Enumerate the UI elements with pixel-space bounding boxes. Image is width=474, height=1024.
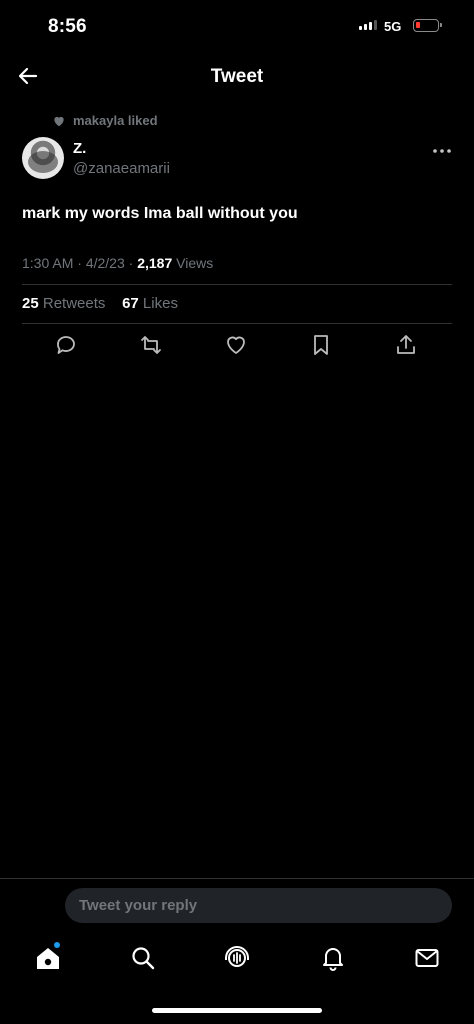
retweet-icon <box>141 336 161 354</box>
tweet-time: 1:30 AM <box>22 255 74 271</box>
share-icon <box>397 335 415 354</box>
tweet-text: mark my words Ima ball without you <box>22 205 298 222</box>
views-count: 2,187 <box>137 255 173 271</box>
retweets-stat[interactable]: 25 Retweets <box>22 295 105 312</box>
new-content-dot <box>54 942 60 948</box>
bookmark-icon <box>314 335 328 355</box>
page-title: Tweet <box>210 66 264 87</box>
tweet-date: 4/2/23 <box>85 255 125 271</box>
battery-icon <box>413 19 442 32</box>
bookmark-button[interactable] <box>309 333 333 357</box>
author-handle[interactable]: @zanaeamarii <box>73 160 170 177</box>
more-icon <box>433 149 451 153</box>
like-icon <box>227 336 245 354</box>
search-icon <box>132 947 155 970</box>
nav-notifications[interactable] <box>319 944 347 972</box>
reply-icon <box>57 336 75 354</box>
heart-icon <box>52 114 66 128</box>
retweet-button[interactable] <box>139 333 163 357</box>
divider <box>22 323 452 324</box>
avatar[interactable] <box>22 137 64 179</box>
network-type: 5G <box>384 19 402 34</box>
social-context-label[interactable]: makayla liked <box>73 113 158 128</box>
retweets-count: 25 <box>22 295 39 312</box>
status-time: 8:56 <box>48 16 87 37</box>
tweet-actions <box>22 333 452 359</box>
home-indicator[interactable] <box>152 1008 322 1013</box>
nav-messages[interactable] <box>413 944 441 972</box>
nav-spaces[interactable] <box>223 944 251 972</box>
messages-icon <box>415 949 439 967</box>
cell-signal-icon <box>359 20 377 30</box>
reply-button[interactable] <box>54 333 78 357</box>
share-button[interactable] <box>394 333 418 357</box>
notifications-icon <box>323 948 343 971</box>
views-label: Views <box>176 255 214 271</box>
spaces-icon <box>225 946 249 967</box>
divider <box>22 284 452 285</box>
nav-home[interactable] <box>34 944 62 972</box>
divider <box>0 878 474 879</box>
tweet-stats: 25 Retweets 67 Likes <box>22 295 178 312</box>
like-button[interactable] <box>224 333 248 357</box>
retweets-label: Retweets <box>42 295 106 312</box>
more-options-button[interactable] <box>432 141 452 161</box>
likes-label: Likes <box>142 295 178 312</box>
author-name[interactable]: Z. <box>73 140 86 157</box>
home-icon <box>37 948 59 969</box>
reply-input[interactable]: Tweet your reply <box>65 888 452 923</box>
nav-search[interactable] <box>129 944 157 972</box>
likes-count: 67 <box>122 295 139 312</box>
tweet-meta: 1:30 AM · 4/2/23 · 2,187 Views <box>22 255 214 271</box>
likes-stat[interactable]: 67 Likes <box>122 295 178 312</box>
